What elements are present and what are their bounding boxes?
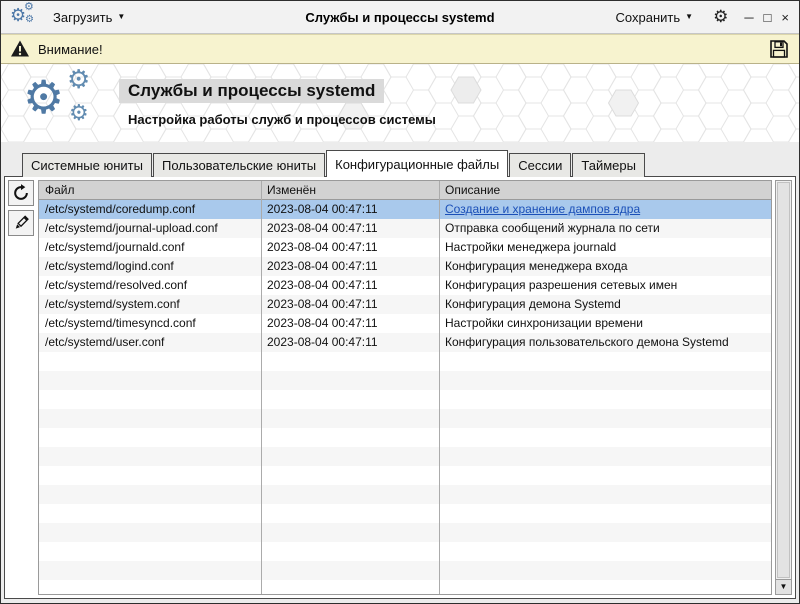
table-row[interactable]: /etc/systemd/journald.conf 2023-08-04 00… bbox=[39, 238, 771, 257]
description-cell: Конфигурация демона Systemd bbox=[439, 295, 771, 314]
description-cell: Конфигурация разрешения сетевых имен bbox=[439, 276, 771, 295]
modified-cell: 2023-08-04 00:47:11 bbox=[261, 238, 439, 257]
refresh-button[interactable] bbox=[8, 180, 34, 206]
warning-icon bbox=[10, 39, 30, 59]
scrollbar-track[interactable] bbox=[776, 181, 791, 579]
table-row[interactable]: /etc/systemd/coredump.conf 2023-08-04 00… bbox=[39, 200, 771, 219]
pencil-icon bbox=[12, 214, 30, 232]
refresh-icon bbox=[12, 184, 30, 202]
page-subtitle: Настройка работы служб и процессов систе… bbox=[119, 112, 436, 127]
vertical-scrollbar[interactable]: ▼ bbox=[775, 180, 792, 595]
column-header-file[interactable]: Файл bbox=[39, 181, 261, 199]
page-title: Службы и процессы systemd bbox=[119, 79, 384, 103]
edit-button[interactable] bbox=[8, 210, 34, 236]
header-text: Службы и процессы systemd Настройка рабо… bbox=[119, 79, 436, 127]
tab-timers[interactable]: Таймеры bbox=[572, 153, 645, 177]
side-toolbar bbox=[8, 180, 35, 595]
column-separator[interactable] bbox=[439, 181, 440, 594]
modified-cell: 2023-08-04 00:47:11 bbox=[261, 219, 439, 238]
scroll-down-arrow-icon[interactable]: ▼ bbox=[776, 579, 791, 594]
table-header: Файл Изменён Описание bbox=[39, 181, 771, 200]
load-menu-button[interactable]: Загрузить ▼ bbox=[49, 8, 129, 27]
gears-logo: ⚙ ⚙ ⚙ bbox=[23, 70, 115, 136]
titlebar-right: Сохранить ▼ ⚙ ─ □ × bbox=[612, 7, 789, 27]
files-table: Файл Изменён Описание /etc/systemd/cored… bbox=[38, 180, 772, 595]
warning-banner: Внимание! bbox=[1, 34, 799, 64]
table-row[interactable]: /etc/systemd/timesyncd.conf 2023-08-04 0… bbox=[39, 314, 771, 333]
tab-bar: Системные юниты Пользовательские юниты К… bbox=[1, 150, 799, 177]
file-cell: /etc/systemd/resolved.conf bbox=[39, 276, 261, 295]
scrollbar-thumb[interactable] bbox=[777, 182, 790, 578]
modified-cell: 2023-08-04 00:47:11 bbox=[261, 314, 439, 333]
file-cell: /etc/systemd/journald.conf bbox=[39, 238, 261, 257]
minimize-button[interactable]: ─ bbox=[744, 11, 753, 24]
table-body: /etc/systemd/coredump.conf 2023-08-04 00… bbox=[39, 200, 771, 594]
titlebar: ⚙ ⚙ ⚙ Загрузить ▼ Службы и процессы syst… bbox=[1, 1, 799, 34]
table-row[interactable]: /etc/systemd/journal-upload.conf 2023-08… bbox=[39, 219, 771, 238]
settings-gear-icon[interactable]: ⚙ bbox=[711, 7, 730, 27]
file-cell: /etc/systemd/logind.conf bbox=[39, 257, 261, 276]
modified-cell: 2023-08-04 00:47:11 bbox=[261, 257, 439, 276]
save-menu-button[interactable]: Сохранить ▼ bbox=[612, 8, 698, 27]
chevron-down-icon: ▼ bbox=[685, 13, 693, 21]
maximize-button[interactable]: □ bbox=[764, 11, 772, 24]
file-cell: /etc/systemd/user.conf bbox=[39, 333, 261, 352]
window-controls: ─ □ × bbox=[744, 11, 789, 24]
header-inner: ⚙ ⚙ ⚙ Службы и процессы systemd Настройк… bbox=[1, 64, 799, 142]
chevron-down-icon: ▼ bbox=[117, 13, 125, 21]
warning-text: Внимание! bbox=[38, 42, 760, 57]
description-cell: Конфигурация менеджера входа bbox=[439, 257, 771, 276]
file-cell: /etc/systemd/journal-upload.conf bbox=[39, 219, 261, 238]
description-cell: Настройки синхронизации времени bbox=[439, 314, 771, 333]
table-row[interactable]: /etc/systemd/logind.conf 2023-08-04 00:4… bbox=[39, 257, 771, 276]
tab-sessions[interactable]: Сессии bbox=[509, 153, 571, 177]
column-header-modified[interactable]: Изменён bbox=[261, 181, 439, 199]
description-cell: Настройки менеджера journald bbox=[439, 238, 771, 257]
column-separator[interactable] bbox=[261, 181, 262, 594]
load-menu-label: Загрузить bbox=[53, 10, 112, 25]
file-cell: /etc/systemd/coredump.conf bbox=[39, 200, 261, 219]
file-cell: /etc/systemd/system.conf bbox=[39, 295, 261, 314]
save-file-button[interactable] bbox=[768, 38, 790, 60]
description-cell: Отправка сообщений журнала по сети bbox=[439, 219, 771, 238]
table-row[interactable]: /etc/systemd/user.conf 2023-08-04 00:47:… bbox=[39, 333, 771, 352]
column-header-description[interactable]: Описание bbox=[439, 181, 771, 199]
save-menu-label: Сохранить bbox=[616, 10, 681, 25]
modified-cell: 2023-08-04 00:47:11 bbox=[261, 333, 439, 352]
app-window: ⚙ ⚙ ⚙ Загрузить ▼ Службы и процессы syst… bbox=[0, 0, 800, 604]
tab-system-units[interactable]: Системные юниты bbox=[22, 153, 152, 177]
floppy-disk-icon bbox=[768, 38, 790, 60]
table-row[interactable]: /etc/systemd/resolved.conf 2023-08-04 00… bbox=[39, 276, 771, 295]
description-cell: Конфигурация пользовательского демона Sy… bbox=[439, 333, 771, 352]
modified-cell: 2023-08-04 00:47:11 bbox=[261, 295, 439, 314]
page-header: ⚙ ⚙ ⚙ Службы и процессы systemd Настройк… bbox=[1, 64, 799, 142]
modified-cell: 2023-08-04 00:47:11 bbox=[261, 200, 439, 219]
close-button[interactable]: × bbox=[781, 11, 789, 24]
app-gears-icon: ⚙ ⚙ ⚙ bbox=[11, 4, 37, 30]
modified-cell: 2023-08-04 00:47:11 bbox=[261, 276, 439, 295]
table-row[interactable]: /etc/systemd/system.conf 2023-08-04 00:4… bbox=[39, 295, 771, 314]
tab-content: Файл Изменён Описание /etc/systemd/cored… bbox=[4, 176, 796, 599]
tab-user-units[interactable]: Пользовательские юниты bbox=[153, 153, 325, 177]
description-link[interactable]: Создание и хранение дампов ядра bbox=[439, 200, 771, 219]
tab-config-files[interactable]: Конфигурационные файлы bbox=[326, 150, 508, 177]
file-cell: /etc/systemd/timesyncd.conf bbox=[39, 314, 261, 333]
